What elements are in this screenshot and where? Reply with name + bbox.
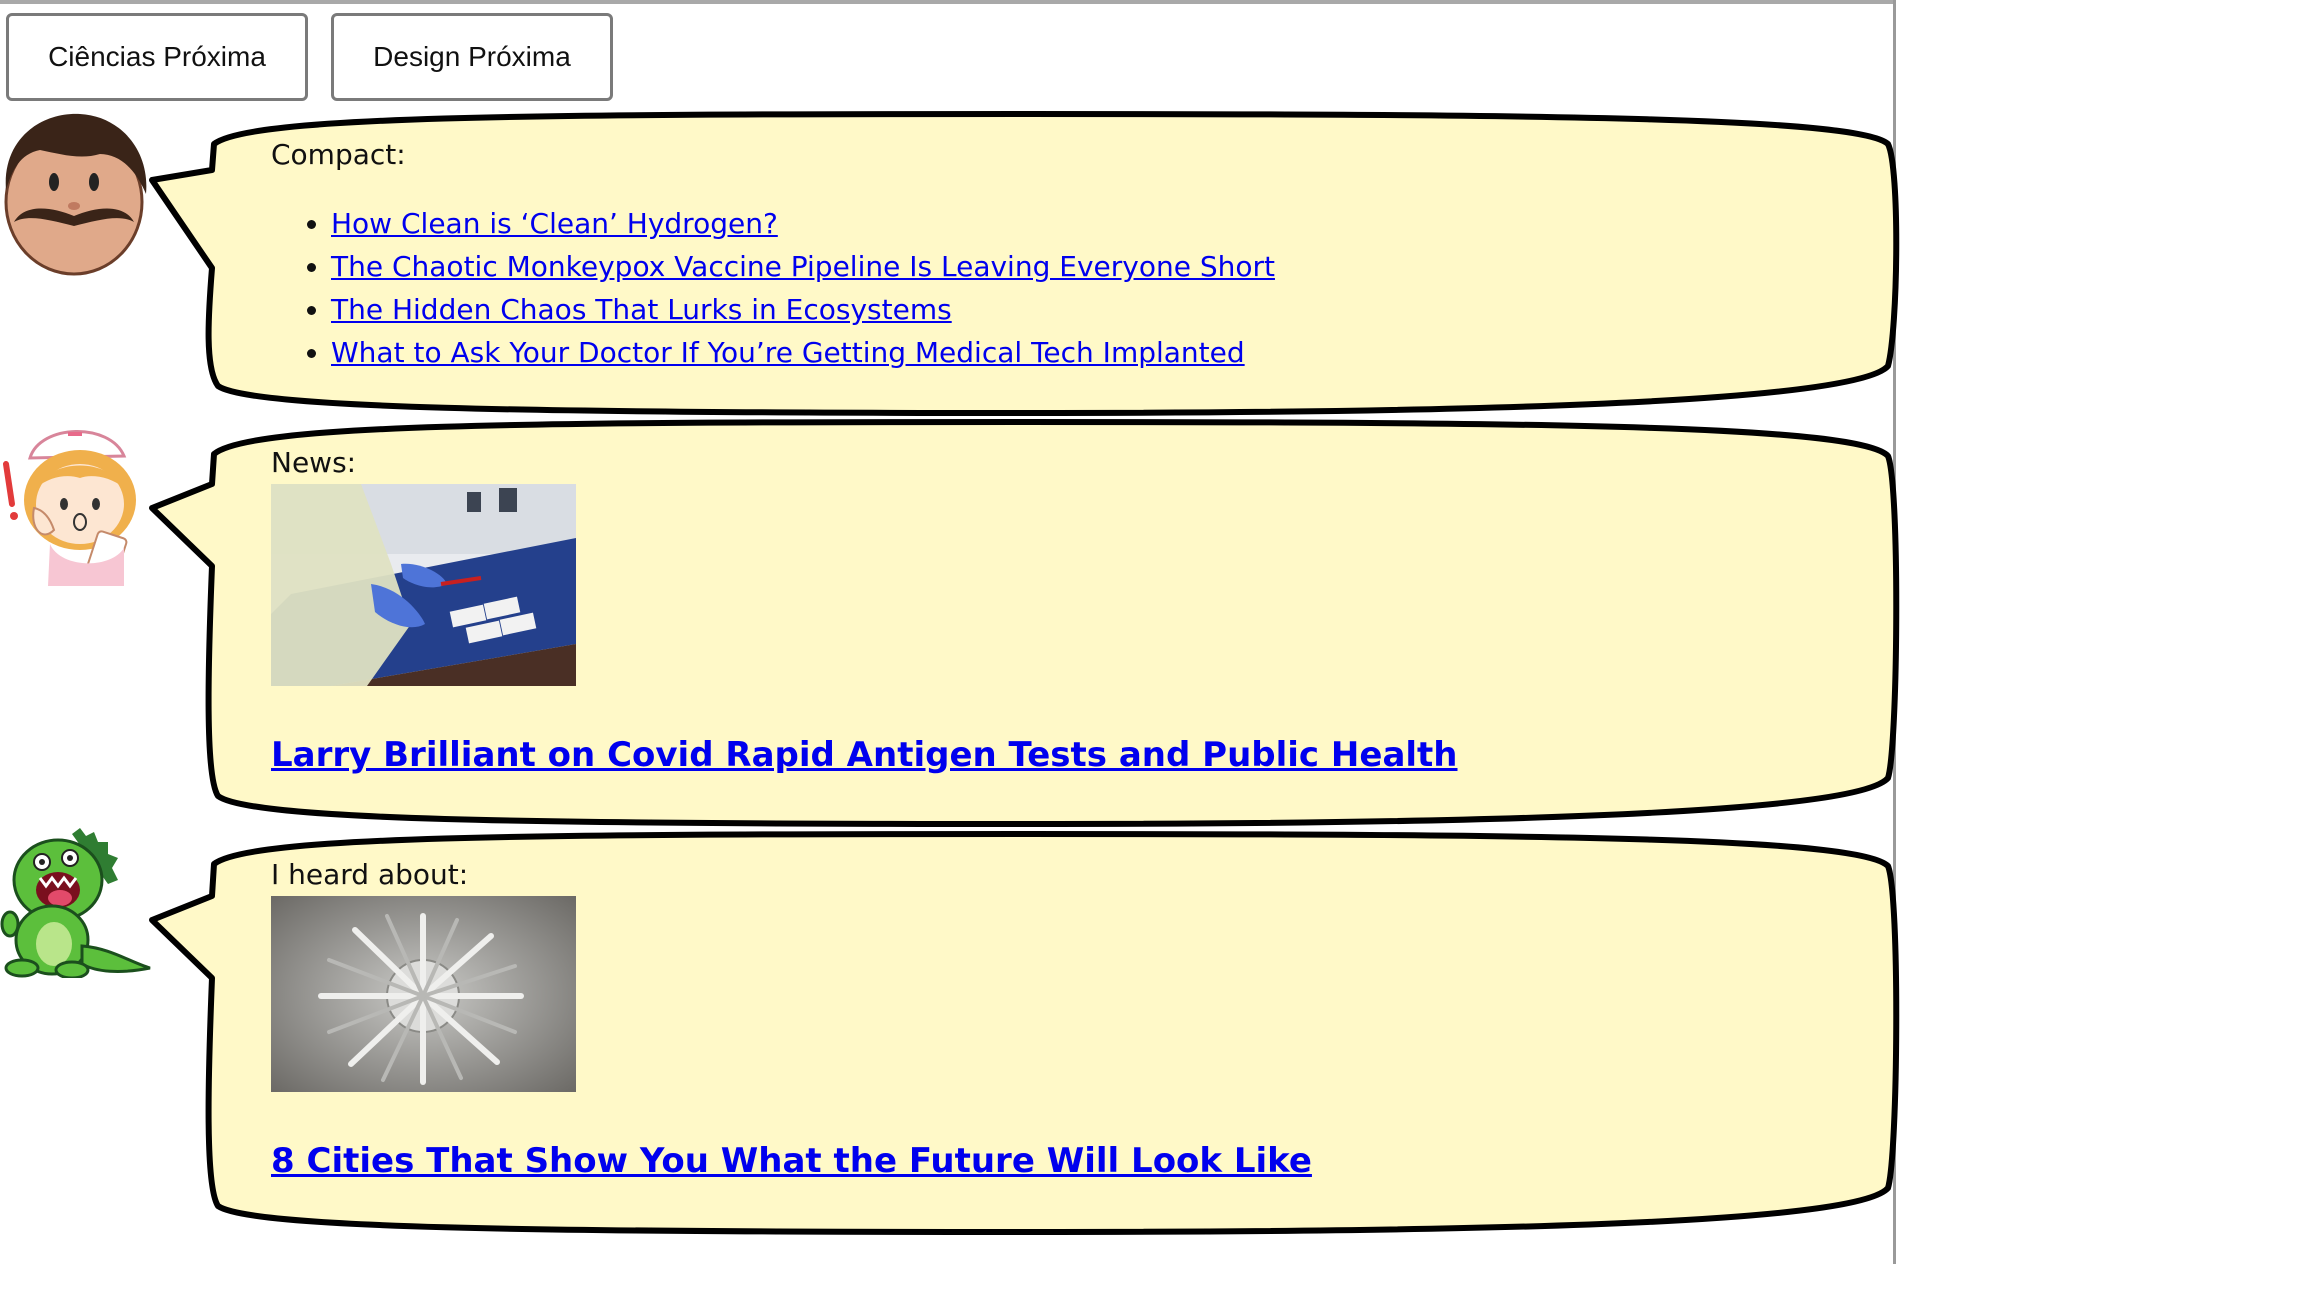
spiky-city-sculpture-photo [271,896,576,1096]
news-bubble-row: News: Larry Brilliant on Covid Rapid Ant… [0,416,1900,830]
top-border [0,0,1894,4]
list-item: The Chaotic Monkeypox Vaccine Pipeline I… [331,245,1275,288]
nurse-icon [0,418,152,592]
compact-link-list: How Clean is ‘Clean’ Hydrogen? The Chaot… [271,202,1275,374]
bubble-label: I heard about: [271,858,469,891]
heard-content: I heard about: 8 Cities That Show You Wh… [271,858,1312,1182]
article-link[interactable]: The Chaotic Monkeypox Vaccine Pipeline I… [331,250,1275,283]
heard-headline-link[interactable]: 8 Cities That Show You What the Future W… [271,1140,1312,1182]
green-dinosaur-icon [0,828,152,982]
bubble-label: Compact: [271,138,406,171]
list-item: How Clean is ‘Clean’ Hydrogen? [331,202,1275,245]
ciencias-next-button[interactable]: Ciências Próxima [6,13,308,101]
mustache-man-icon [0,110,152,284]
list-item: What to Ask Your Doctor If You’re Gettin… [331,331,1275,374]
compact-content: Compact: How Clean is ‘Clean’ Hydrogen? … [271,138,1275,374]
bubble-label: News: [271,446,357,479]
news-headline-link[interactable]: Larry Brilliant on Covid Rapid Antigen T… [271,734,1458,776]
article-link[interactable]: What to Ask Your Doctor If You’re Gettin… [331,336,1245,369]
news-content: News: Larry Brilliant on Covid Rapid Ant… [271,446,1458,776]
lab-testing-photo [271,484,576,690]
compact-bubble-row: Compact: How Clean is ‘Clean’ Hydrogen? … [0,108,1900,418]
article-link[interactable]: How Clean is ‘Clean’ Hydrogen? [331,207,778,240]
heard-bubble-row: I heard about: 8 Cities That Show You Wh… [0,828,1900,1238]
design-next-button[interactable]: Design Próxima [331,13,613,101]
list-item: The Hidden Chaos That Lurks in Ecosystem… [331,288,1275,331]
article-link[interactable]: The Hidden Chaos That Lurks in Ecosystem… [331,293,952,326]
